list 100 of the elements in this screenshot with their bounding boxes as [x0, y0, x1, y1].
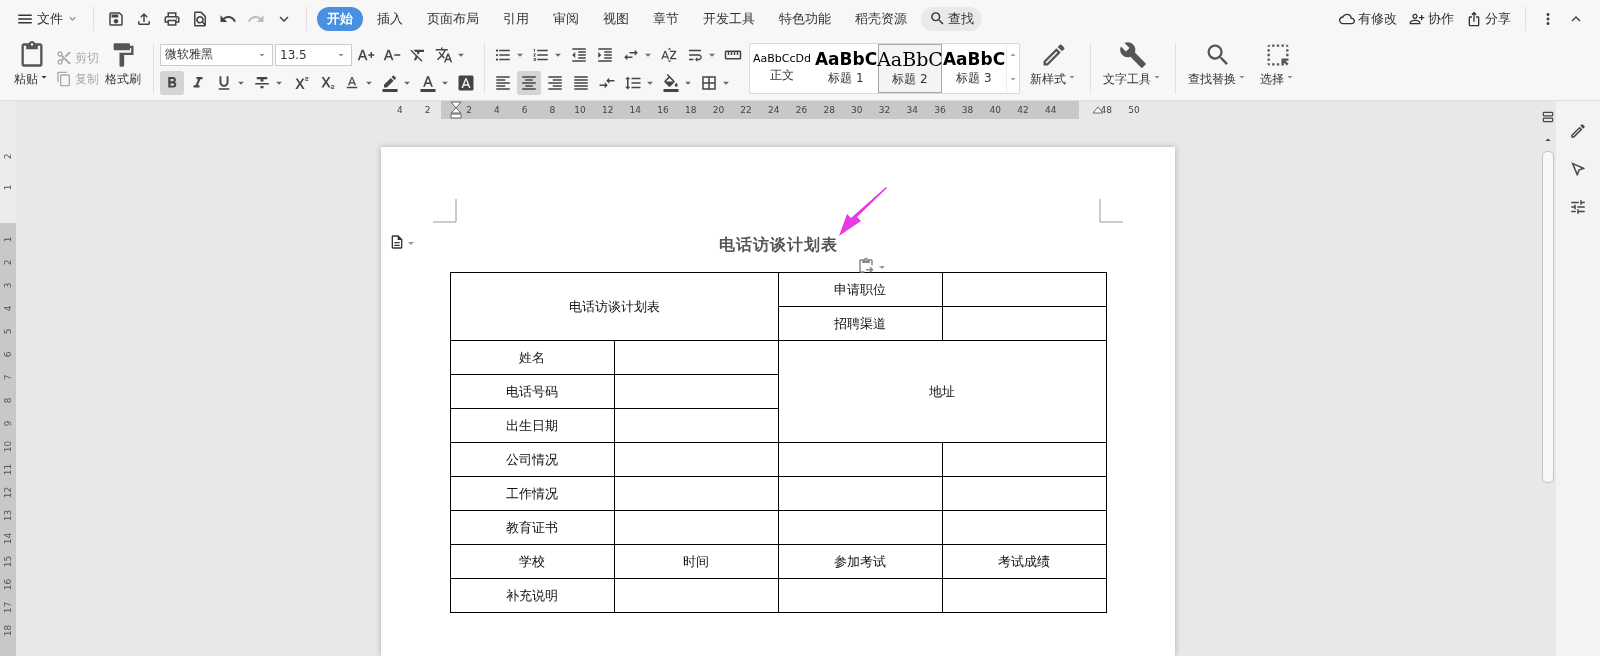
ribbon-tab[interactable]: 插入: [367, 6, 413, 31]
table-cell: 姓名: [450, 340, 614, 375]
ruler-number: 1: [2, 236, 14, 243]
ruler-number: 28: [823, 104, 835, 117]
ruler-number: 6: [2, 351, 14, 358]
ribbon-tab[interactable]: 引用: [493, 6, 539, 31]
ruler-number: 36: [934, 104, 946, 117]
scrollbar-thumb[interactable]: [1542, 151, 1554, 483]
table-cell: 参加考试: [778, 544, 942, 579]
table-cell: 时间: [614, 544, 778, 579]
margin-corner-icon: [1099, 199, 1123, 223]
copy-icon: [56, 71, 72, 87]
search-button[interactable]: 查找: [921, 6, 982, 31]
font-name-field[interactable]: 微软雅黑: [160, 43, 273, 66]
ruler-number: 14: [2, 532, 14, 545]
ruler-number: 10: [2, 440, 14, 453]
style-option[interactable]: AaBbC 标题 2: [878, 44, 942, 93]
document-icon[interactable]: [389, 234, 415, 252]
ruler-number: 2: [2, 153, 14, 160]
format-painter-button[interactable]: 格式刷: [99, 37, 147, 100]
ruler-number: 1: [2, 184, 14, 191]
ribbon-tab[interactable]: 稻壳资源: [845, 6, 917, 31]
ruler-number: 4: [494, 104, 500, 117]
ruler-number: 32: [878, 104, 891, 117]
text-tools-button[interactable]: 文字工具: [1097, 37, 1169, 100]
table-cell: 补充说明: [450, 578, 614, 613]
search-icon: [929, 10, 946, 27]
table-cell: 学校: [450, 544, 614, 579]
table-cell: 电话访谈计划表: [450, 272, 778, 341]
ruler-number: 7: [2, 374, 14, 381]
style-option[interactable]: AaBbC 标题 3: [942, 44, 1006, 93]
ruler-number: 8: [549, 104, 556, 117]
ruler-number: 17: [2, 601, 14, 614]
collaborate-button[interactable]: 协作: [1405, 9, 1458, 28]
ruler-number: 22: [740, 104, 752, 117]
ruler-number: 34: [906, 104, 918, 117]
ribbon-tab[interactable]: 章节: [643, 6, 689, 31]
table-cell: 申请职位: [778, 272, 942, 307]
ruler-number: 26: [795, 104, 808, 117]
ruler-number: 15: [2, 555, 14, 568]
new-style-button[interactable]: 新样式: [1024, 37, 1084, 100]
ruler-number: 20: [712, 104, 725, 117]
table-cell: 出生日期: [450, 408, 614, 443]
table-cell: 公司情况: [450, 442, 614, 477]
ruler-number: 4: [396, 104, 403, 117]
ribbon-tab[interactable]: 页面布局: [417, 6, 489, 31]
arrow-drawing: [837, 187, 889, 237]
align-center-icon[interactable]: [517, 70, 541, 95]
find-replace-button[interactable]: 查找替换: [1182, 37, 1254, 100]
table-cell: 考试成绩: [942, 544, 1106, 579]
ruler-number: 2: [466, 104, 473, 117]
ruler-number: 14: [629, 104, 642, 117]
ruler-number: 5: [2, 328, 14, 335]
ruler-number: 48: [1100, 104, 1113, 117]
paste-button[interactable]: 粘贴: [8, 37, 56, 100]
select-button[interactable]: 选择: [1254, 37, 1302, 100]
ruler-number: 42: [1017, 104, 1029, 117]
table-cell: 地址: [778, 340, 1106, 443]
font-size-field[interactable]: 13.5: [275, 43, 352, 66]
ruler-number: 13: [2, 509, 14, 522]
share-button[interactable]: 分享: [1462, 9, 1515, 28]
margin-corner-icon: [433, 199, 457, 223]
ruler-number: 50: [1128, 104, 1140, 117]
ruler-number: 8: [2, 397, 14, 404]
ruler-number: 10: [574, 104, 586, 117]
document-title: 电话访谈计划表: [718, 235, 838, 256]
ribbon-tab[interactable]: 特色功能: [769, 6, 841, 31]
bold-icon[interactable]: [160, 70, 184, 95]
table-cell: 招聘渠道: [778, 306, 942, 341]
indent-marker-icon[interactable]: [450, 101, 462, 119]
ruler-number: 12: [2, 486, 14, 499]
ruler-number: 6: [521, 104, 528, 117]
ruler-number: 4: [2, 305, 14, 312]
ruler-number: 16: [657, 104, 669, 117]
cloud-button[interactable]: 有修改: [1335, 9, 1401, 28]
scissors-icon: [56, 50, 72, 66]
table-cell: 工作情况: [450, 476, 614, 511]
ruler-number: 2: [2, 259, 14, 266]
ruler-number: 18: [2, 624, 14, 637]
ruler-number: 9: [2, 420, 14, 427]
style-option[interactable]: AaBbCcDd 正文: [750, 44, 814, 93]
table-cell: 教育证书: [450, 510, 614, 545]
ruler-number: 38: [961, 104, 974, 117]
ribbon-tab[interactable]: 审阅: [543, 6, 589, 31]
ruler-number: 44: [1044, 104, 1057, 117]
ribbon-tab[interactable]: 视图: [593, 6, 639, 31]
ruler-number: 18: [685, 104, 697, 117]
table-cell: 电话号码: [450, 374, 614, 409]
ruler-number: 30: [851, 104, 863, 117]
file-menu[interactable]: 文件: [12, 9, 83, 28]
ruler-number: 24: [768, 104, 780, 117]
ruler-number: 12: [601, 104, 614, 117]
ruler-number: 16: [2, 578, 14, 591]
share-icon: [1466, 10, 1482, 27]
style-option[interactable]: AaBbC 标题 1: [814, 44, 878, 93]
ruler-number: 3: [2, 282, 14, 289]
ribbon-tab[interactable]: 开发工具: [693, 6, 765, 31]
ruler-number: 11: [2, 463, 14, 476]
ruler-number: 2: [424, 104, 431, 117]
wrench-icon: [1119, 41, 1147, 69]
